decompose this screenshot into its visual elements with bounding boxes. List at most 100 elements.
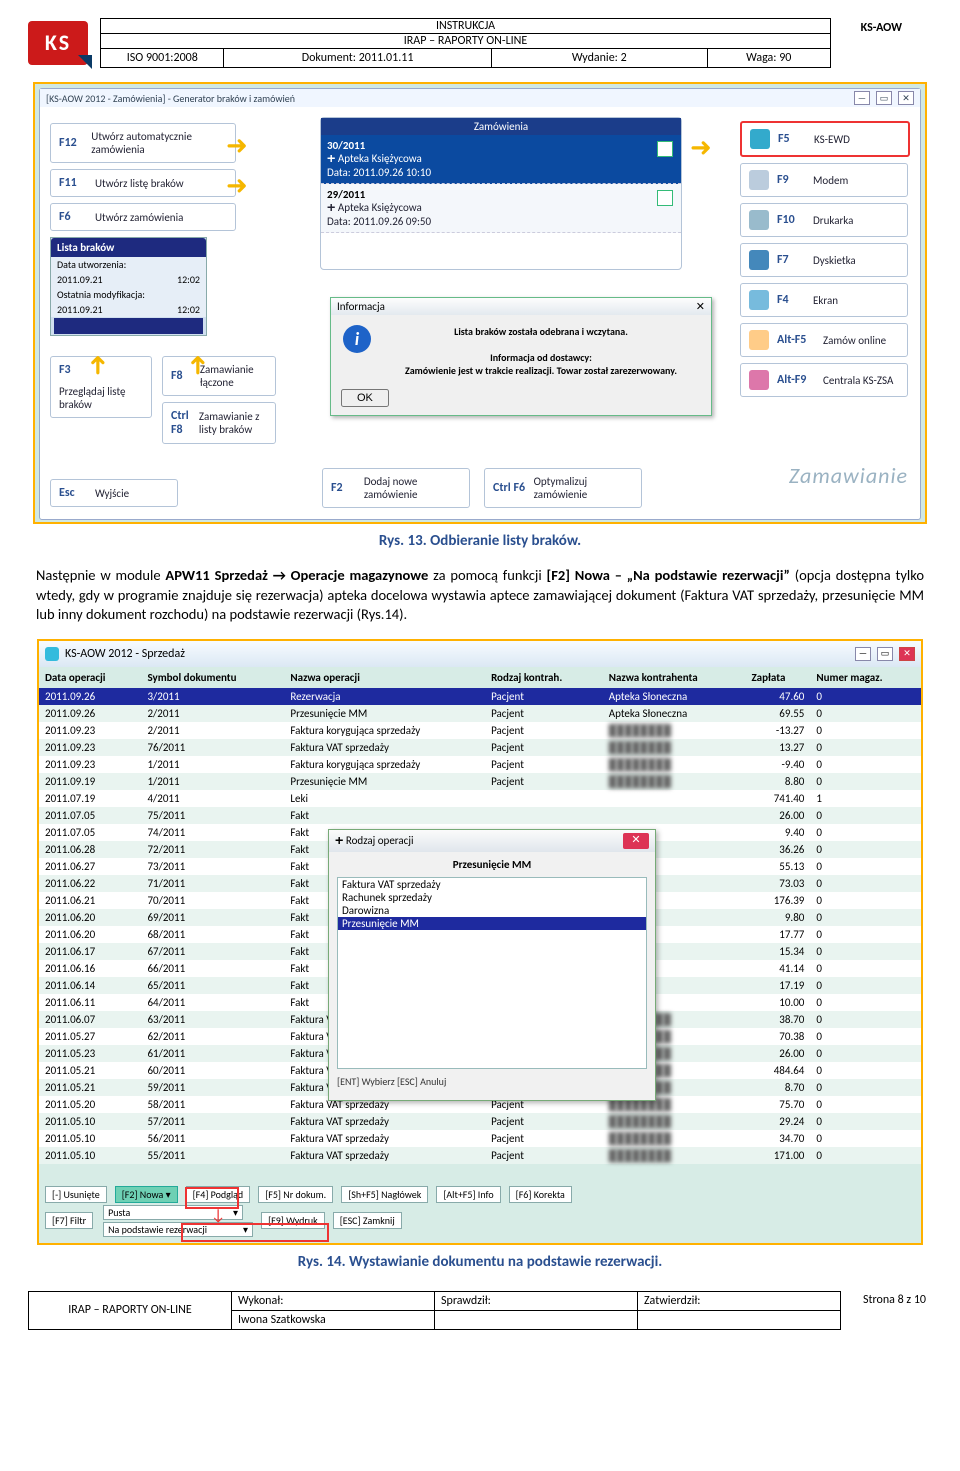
table-row[interactable]: 2011.07.0575/2011Fakt26.000: [39, 807, 921, 824]
printer-icon: [749, 210, 769, 230]
close-icon[interactable]: ✕: [696, 300, 705, 313]
network-icon: [749, 370, 769, 390]
btn-f8[interactable]: F8Zamawianie łączone: [162, 356, 276, 396]
win-title: KS-AOW 2012 - Sprzedaż: [65, 647, 185, 661]
col-header: Nazwa kontrahenta: [603, 667, 746, 688]
table-row[interactable]: 2011.05.1055/2011Faktura VAT sprzedażyPa…: [39, 1147, 921, 1164]
minimize-icon[interactable]: —: [854, 91, 870, 105]
arrow-icon: ➜: [226, 129, 248, 161]
arrow-icon: ➜: [690, 131, 712, 163]
zamowienia-header: Zamówienia: [321, 118, 681, 135]
figure-13: [KS-AOW 2012 - Zamówienia] - Generator b…: [33, 82, 927, 524]
close-icon[interactable]: ✕: [623, 833, 649, 849]
btn-ctrl-f8[interactable]: Ctrl F8Zamawianie z listy braków: [162, 402, 276, 444]
floppy-icon: [749, 250, 769, 270]
list-item-selected[interactable]: Przesunięcie MM: [338, 917, 646, 930]
btn-f9-modem[interactable]: F9Modem: [740, 163, 908, 197]
btn-ctrlf6-opt[interactable]: Ctrl F6Optymalizuj zamówienie: [484, 468, 642, 508]
table-row[interactable]: 2011.09.231/2011Faktura korygująca sprze…: [39, 756, 921, 773]
window-controls[interactable]: — ▭ ✕: [855, 647, 915, 661]
btn-f7-floppy[interactable]: F7Dyskietka: [740, 243, 908, 277]
hdr-wyd: Wydanie: 2: [491, 49, 707, 68]
fig14-caption: Rys. 14. Wystawianie dokumentu na podsta…: [28, 1253, 932, 1271]
btn-esc[interactable]: EscWyjście: [50, 479, 178, 507]
highlight-box: [181, 1223, 329, 1242]
table-row[interactable]: 2011.05.1057/2011Faktura VAT sprzedażyPa…: [39, 1113, 921, 1130]
minimize-icon[interactable]: —: [855, 647, 871, 661]
order-item[interactable]: 29/2011 🞥 Apteka Księżycowa Data: 2011.0…: [321, 184, 681, 233]
window-controls[interactable]: — ▭ ✕: [854, 91, 914, 105]
fig13-caption: Rys. 13. Odbieranie listy braków.: [28, 532, 932, 550]
title-instrukcja: INSTRUKCJA: [101, 19, 829, 34]
ks-logo: KS: [28, 21, 88, 65]
toolbar-button[interactable]: [F5] Nr dokum.: [258, 1186, 333, 1203]
info-line3: Zamówienie jest w trakcie realizacji. To…: [405, 364, 677, 377]
table-row[interactable]: 2011.09.191/2011Przesunięcie MMPacjent██…: [39, 773, 921, 790]
btn-altf9-centrala[interactable]: Alt-F9Centrala KS-ZSA: [740, 363, 908, 397]
col-header: Nazwa operacji: [284, 667, 485, 688]
info-line1: Lista braków została odebrana i wczytana…: [454, 325, 628, 338]
hdr-waga: Waga: 90: [707, 49, 830, 68]
btn-f10-printer[interactable]: F10Drukarka: [740, 203, 908, 237]
close-icon[interactable]: ✕: [898, 91, 914, 105]
operation-type-list[interactable]: Faktura VAT sprzedaży Rachunek sprzedaży…: [337, 877, 647, 1069]
info-dialog: Informacja✕ i Lista braków została odebr…: [330, 297, 712, 416]
rodzaj-dialog: 🞥 Rodzaj operacji✕ Przesunięcie MM Faktu…: [328, 829, 656, 1101]
table-row[interactable]: 2011.09.2376/2011Faktura VAT sprzedażyPa…: [39, 739, 921, 756]
doc-header: KS INSTRUKCJA IRAP – RAPORTY ON-LINE KS-…: [28, 18, 932, 68]
table-row[interactable]: 2011.09.262/2011Przesunięcie MMPacjentAp…: [39, 705, 921, 722]
selected-row[interactable]: [54, 318, 203, 334]
btn-f2-new[interactable]: F2Dodaj nowe zamówienie: [322, 468, 470, 508]
add-icon[interactable]: [657, 141, 673, 157]
screen-icon: [749, 290, 769, 310]
col-header: Data operacji: [39, 667, 141, 688]
toolbar-button[interactable]: [-] Usunięte: [45, 1186, 107, 1203]
toolbar-button[interactable]: [Sh+F5] Nagłówek: [341, 1186, 428, 1203]
list-item[interactable]: Faktura VAT sprzedaży: [338, 878, 646, 891]
btn-f4-screen[interactable]: F4Ekran: [740, 283, 908, 317]
cart-icon: [749, 330, 769, 350]
maximize-icon[interactable]: ▭: [876, 91, 892, 105]
toolbar-button[interactable]: [F2] Nowa ▾: [115, 1186, 178, 1203]
btn-esc-close[interactable]: [ESC] Zamknij: [333, 1212, 402, 1229]
ks-aow-label: KS-AOW: [830, 19, 932, 68]
add-icon[interactable]: [657, 190, 673, 206]
table-row[interactable]: 2011.09.232/2011Faktura korygująca sprze…: [39, 722, 921, 739]
close-icon[interactable]: ✕: [899, 647, 915, 661]
maximize-icon[interactable]: ▭: [877, 647, 893, 661]
toolbar-button[interactable]: [Alt+F5] Info: [436, 1186, 500, 1203]
btn-f7-filter[interactable]: [F7] Filtr: [45, 1212, 93, 1229]
footer-left: IRAP – RAPORTY ON-LINE: [29, 1291, 232, 1329]
title-irap: IRAP – RAPORTY ON-LINE: [101, 34, 829, 48]
lista-brakow-panel: Lista braków Data utworzenia: 2011.09.21…: [50, 237, 207, 336]
toolbar-button[interactable]: [F6] Korekta: [509, 1186, 572, 1203]
ok-button[interactable]: OK: [341, 389, 389, 407]
watermark: Zamawianie: [789, 462, 908, 489]
figure-14: KS-AOW 2012 - Sprzedaż — ▭ ✕ Data operac…: [37, 639, 923, 1245]
table-row[interactable]: 2011.05.1056/2011Faktura VAT sprzedażyPa…: [39, 1130, 921, 1147]
arrow-icon: ➜: [181, 354, 213, 376]
order-item[interactable]: 30/2011 🞥 Apteka Księżycowa Data: 2011.0…: [321, 135, 681, 184]
dialog-title: Rodzaj operacji: [346, 834, 414, 847]
list-item[interactable]: Rachunek sprzedaży: [338, 891, 646, 904]
lista-brakow-title: Lista braków: [51, 238, 206, 257]
hdr-iso: ISO 9001:2008: [101, 49, 224, 68]
table-row[interactable]: 2011.09.263/2011RezerwacjaPacjentApteka …: [39, 688, 921, 705]
col-header: Symbol dokumentu: [141, 667, 284, 688]
col-header: Numer magaz.: [810, 667, 921, 688]
arrow-icon: ➜: [226, 169, 248, 201]
btn-f5-ksewd[interactable]: F5KS-EWD: [740, 121, 910, 157]
col-header: Rodzaj kontrah.: [485, 667, 603, 688]
btn-f11[interactable]: F11Utwórz listę braków: [50, 169, 236, 197]
win-title: [KS-AOW 2012 - Zamówienia] - Generator b…: [46, 92, 295, 105]
info-icon: i: [343, 325, 371, 353]
list-item[interactable]: Darowizna: [338, 904, 646, 917]
arrow-icon: ➜: [81, 354, 113, 376]
btn-altf5-online[interactable]: Alt-F5Zamów online: [740, 323, 908, 357]
table-row[interactable]: 2011.07.194/2011Leki741.401: [39, 790, 921, 807]
app-icon: [45, 647, 59, 661]
doc-footer: IRAP – RAPORTY ON-LINE Wykonał: Sprawdzi…: [28, 1291, 932, 1330]
btn-f6[interactable]: F6Utwórz zamówienia: [50, 203, 236, 231]
btn-f12[interactable]: F12Utwórz automatycznie zamówienia: [50, 123, 236, 163]
dialog-footer: [ENT] Wybierz [ESC] Anuluj: [329, 1069, 655, 1094]
